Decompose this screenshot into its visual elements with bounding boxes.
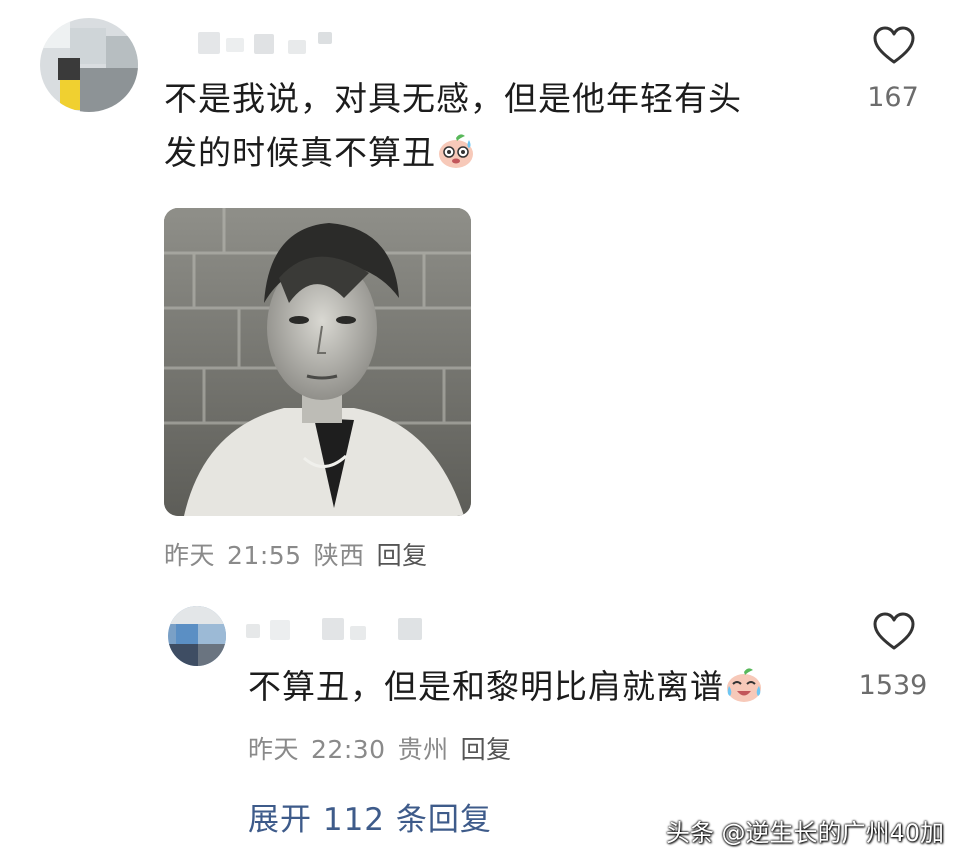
reply-meta: 昨天 22:30 贵州 回复 — [248, 730, 524, 766]
reply-text: 不算丑，但是和黎明比肩就离谱 — [248, 660, 808, 714]
reply-username-blurred[interactable] — [246, 616, 446, 642]
commenter-username-blurred[interactable] — [198, 30, 348, 56]
crying-laughing-emoji-icon — [724, 664, 764, 704]
commenter-avatar[interactable] — [40, 18, 138, 112]
watermark: 头条 @逆生长的广州40加 — [665, 819, 944, 847]
comment-photo[interactable] — [164, 208, 471, 516]
like-count: 167 — [867, 82, 919, 113]
comment-line-2: 发的时候真不算丑 — [164, 126, 814, 180]
like-heart-icon[interactable] — [872, 26, 916, 66]
reply-avatar[interactable] — [168, 606, 226, 666]
expand-replies-button[interactable]: 展开 112 条回复 — [248, 794, 492, 839]
comment-meta: 昨天 21:55 陕西 回复 — [164, 536, 440, 572]
sweat-face-emoji-icon — [436, 130, 476, 170]
comment-time: 21:55 — [227, 541, 302, 570]
comment-location: 陕西 — [313, 541, 365, 570]
reply-day: 昨天 — [248, 735, 300, 764]
reply-reply-button[interactable]: 回复 — [461, 735, 512, 764]
reply-location: 贵州 — [397, 735, 449, 764]
comment-reply-button[interactable]: 回复 — [377, 541, 428, 570]
comment-text: 不是我说，对具无感，但是他年轻有头 发的时候真不算丑 — [164, 72, 814, 180]
comment-line-1: 不是我说，对具无感，但是他年轻有头 — [164, 79, 742, 118]
reply-like-heart-icon[interactable] — [872, 612, 916, 652]
reply-like-count: 1539 — [858, 670, 928, 701]
comment-day: 昨天 — [164, 541, 216, 570]
reply-time: 22:30 — [311, 735, 386, 764]
